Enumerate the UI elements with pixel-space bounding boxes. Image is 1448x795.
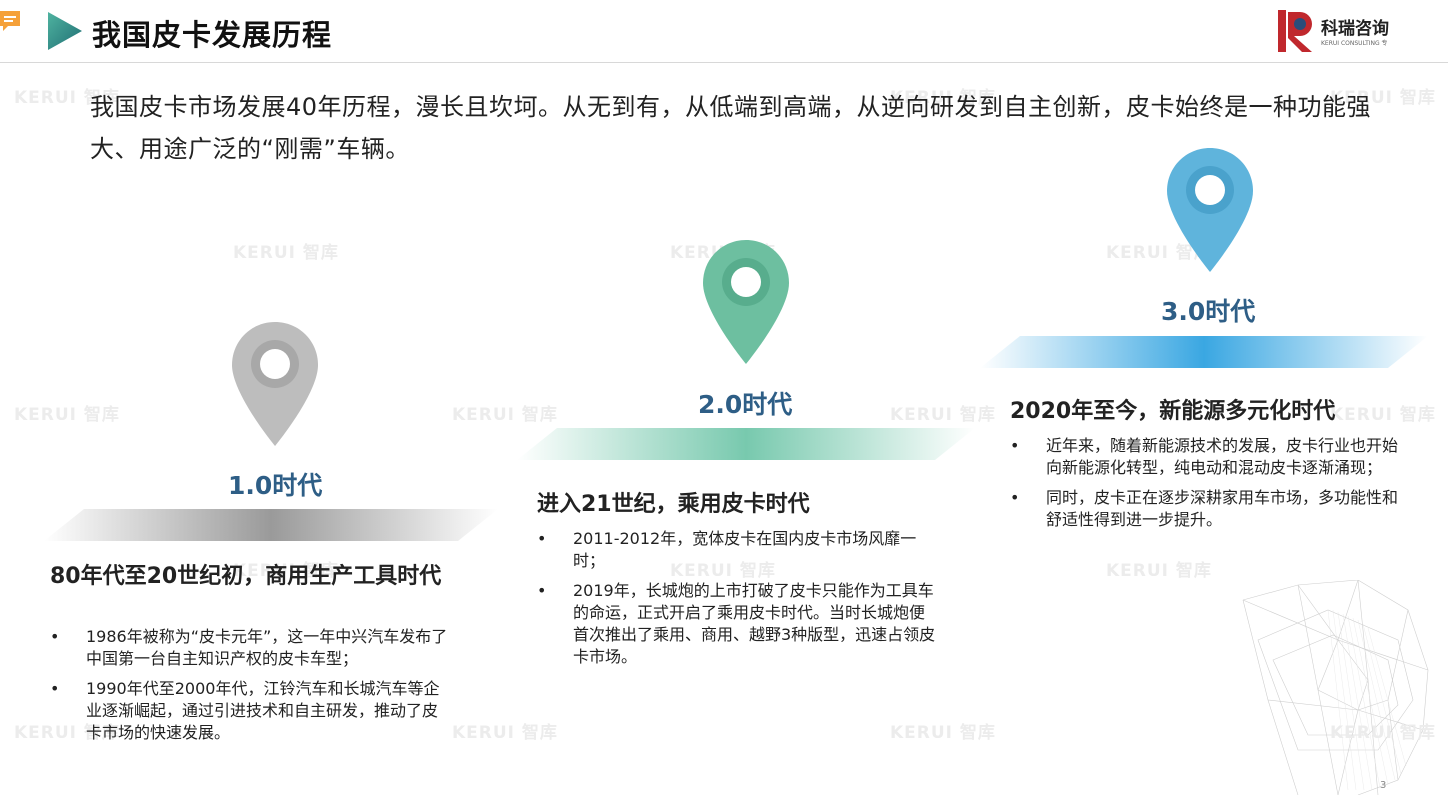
watermark-text: KERUI 智库 — [1106, 561, 1212, 581]
list-item-text: 近年来，随着新能源技术的发展，皮卡行业也开始向新能源化转型，纯电动和混动皮卡逐渐… — [1046, 436, 1399, 477]
bullet-marker: • — [50, 679, 60, 698]
list-item-text: 1986年被称为“皮卡元年”，这一年中兴汽车发布了中国第一台自主知识产权的皮卡车… — [86, 627, 448, 668]
list-item-text: 2011-2012年，宽体皮卡在国内皮卡市场风靡一时； — [573, 529, 917, 570]
watermark-text: KERUI 智库 — [452, 723, 558, 743]
kerui-logo — [1278, 10, 1312, 52]
comment-icon[interactable] — [0, 8, 22, 34]
page-title: 我国皮卡发展历程 — [92, 18, 333, 52]
list-item-text: 2019年，长城炮的上市打破了皮卡只能作为工具车的命运，正式开启了乘用皮卡时代。… — [573, 581, 936, 666]
era-heading: 进入21世纪，乘用皮卡时代 — [537, 492, 810, 517]
era-label: 3.0时代 — [1161, 297, 1256, 326]
title-arrow-icon — [48, 12, 82, 50]
list-item: • 1986年被称为“皮卡元年”，这一年中兴汽车发布了中国第一台自主知识产权的皮卡… — [50, 626, 450, 670]
list-item: • 2011-2012年，宽体皮卡在国内皮卡市场风靡一时； — [537, 528, 937, 572]
location-pin-icon — [1167, 148, 1253, 272]
era-band — [44, 509, 498, 541]
era-label: 2.0时代 — [698, 390, 793, 419]
list-item-text: 同时，皮卡正在逐步深耕家用车市场，多功能性和舒适性得到进一步提升。 — [1046, 488, 1399, 529]
header-divider — [0, 62, 1448, 63]
watermark-text: KERUI 智库 — [890, 405, 996, 425]
watermark-text: KERUI 智库 — [233, 243, 339, 263]
watermark-text: KERUI 智库 — [890, 723, 996, 743]
logo-subtitle: KERUI CONSULTING 专业服务咨询供应商 — [1321, 40, 1387, 47]
era-bullet-list: • 2011-2012年，宽体皮卡在国内皮卡市场风靡一时； • 2019年，长城炮的… — [537, 528, 937, 676]
list-item: • 1990年代至2000年代，江铃汽车和长城汽车等企业逐渐崛起，通过引进技术和自… — [50, 678, 450, 744]
bullet-marker: • — [50, 627, 60, 646]
bullet-marker: • — [537, 529, 547, 548]
list-item: • 近年来，随着新能源技术的发展，皮卡行业也开始向新能源化转型，纯电动和混动皮卡逐… — [1010, 435, 1405, 479]
location-pin-icon — [232, 322, 318, 446]
list-item: • 同时，皮卡正在逐步深耕家用车市场，多功能性和舒适性得到进一步提升。 — [1010, 487, 1405, 531]
era-band — [517, 428, 975, 460]
era-bullet-list: • 近年来，随着新能源技术的发展，皮卡行业也开始向新能源化转型，纯电动和混动皮卡逐… — [1010, 435, 1405, 539]
watermark-text: KERUI 智库 — [452, 405, 558, 425]
bullet-marker: • — [537, 581, 547, 600]
logo-name: 科瑞咨询 — [1321, 19, 1389, 39]
list-item: • 2019年，长城炮的上市打破了皮卡只能作为工具车的命运，正式开启了乘用皮卡时代… — [537, 580, 937, 668]
era-label: 1.0时代 — [228, 471, 323, 500]
list-item-text: 1990年代至2000年代，江铃汽车和长城汽车等企业逐渐崛起，通过引进技术和自主… — [86, 679, 440, 742]
era-heading: 80年代至20世纪初，商用生产工具时代 — [50, 564, 442, 589]
wireframe-decoration — [1242, 580, 1429, 795]
page-number: 3 — [1380, 780, 1387, 791]
era-heading: 2020年至今，新能源多元化时代 — [1010, 399, 1336, 424]
era-bullet-list: • 1986年被称为“皮卡元年”，这一年中兴汽车发布了中国第一台自主知识产权的皮卡… — [50, 626, 450, 752]
watermark-text: KERUI 智库 — [14, 405, 120, 425]
watermark-text: KERUI 智库 — [1330, 723, 1436, 743]
location-pin-icon — [703, 240, 789, 364]
era-band — [980, 336, 1428, 368]
bullet-marker: • — [1010, 488, 1020, 507]
bullet-marker: • — [1010, 436, 1020, 455]
